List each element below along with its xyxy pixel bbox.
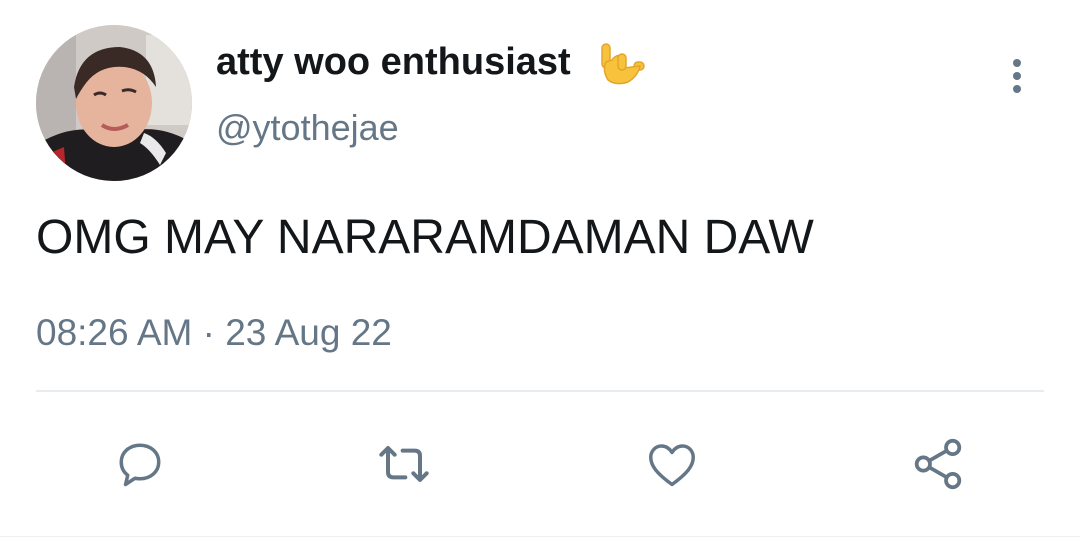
retweet-icon bbox=[379, 446, 429, 482]
avatar-photo bbox=[36, 25, 192, 181]
tweet-timestamp[interactable]: 08:26 AM · 23 Aug 22 bbox=[36, 310, 392, 356]
user-handle[interactable]: @ytothejae bbox=[216, 106, 399, 150]
retweet-button[interactable] bbox=[372, 432, 436, 496]
more-options-button[interactable] bbox=[1000, 52, 1034, 100]
share-button[interactable] bbox=[906, 432, 970, 496]
love-you-gesture-emoji-icon bbox=[601, 43, 645, 85]
reply-icon bbox=[119, 443, 161, 487]
share-icon bbox=[914, 438, 962, 490]
display-name[interactable]: atty woo enthusiast bbox=[216, 38, 571, 86]
like-button[interactable] bbox=[640, 432, 704, 496]
more-vertical-icon-dot bbox=[1013, 85, 1021, 93]
bottom-border bbox=[0, 536, 1080, 537]
divider bbox=[36, 390, 1044, 392]
reply-button[interactable] bbox=[108, 432, 172, 496]
more-vertical-icon-dot bbox=[1013, 72, 1021, 80]
tweet-text: OMG MAY NARARAMDAMAN DAW bbox=[36, 211, 814, 264]
heart-icon bbox=[649, 444, 695, 487]
more-vertical-icon bbox=[1013, 59, 1021, 67]
avatar[interactable] bbox=[36, 25, 192, 181]
